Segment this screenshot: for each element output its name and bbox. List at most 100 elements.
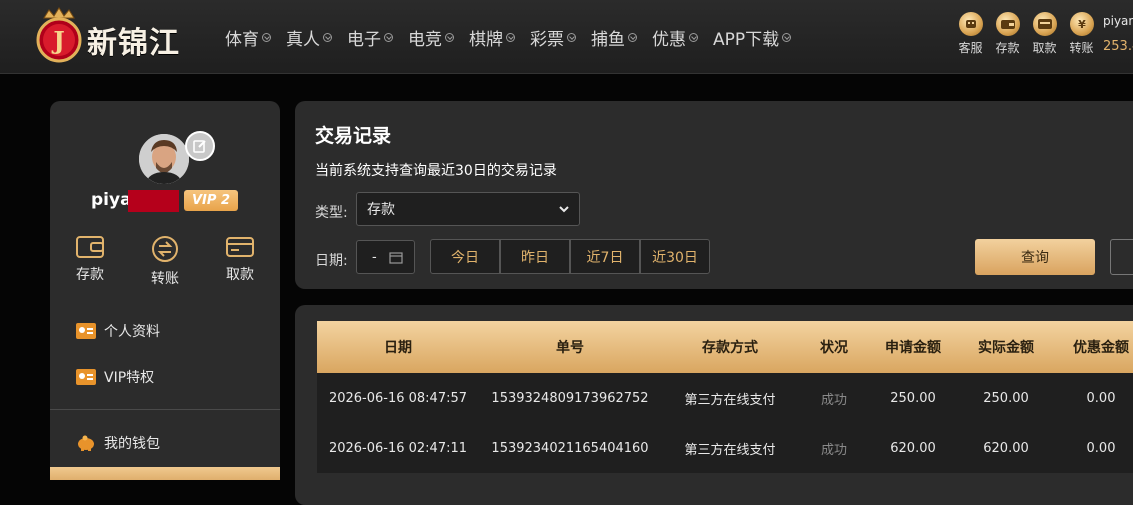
nav-item-promotions[interactable]: 优惠 [652,25,698,50]
sidebar-item-active[interactable] [50,467,280,480]
cell-actual-amount: 250.00 [983,390,1029,406]
header-transfer-button[interactable]: ¥ 转账 [1063,12,1100,56]
quick-action-label: 存款 [76,267,104,283]
date-range-input[interactable]: - [356,240,415,274]
sidebar-item-label: 我的钱包 [104,436,160,452]
crown-shield-logo-icon: J [36,7,82,63]
quick-date-7days[interactable]: 近7日 [570,239,640,274]
sidebar-item-vip[interactable]: VIP特权 [50,360,280,394]
header-action-label: 转账 [1069,41,1094,55]
username-redaction [128,190,179,212]
type-select[interactable]: 存款 [356,192,580,226]
header-username[interactable]: piyan [1103,14,1133,28]
quick-action-label: 转账 [151,271,179,287]
header-action-label: 客服 [958,41,983,55]
cell-requested-amount: 250.00 [890,390,936,406]
account-sidebar: piyar VIP 2 存款 转账 取款 个人资料 VIP特权 我的钱包 [50,101,280,480]
page-subtitle: 当前系统支持查询最近30日的交易记录 [315,163,557,179]
chevron-down-icon [567,33,576,42]
query-button[interactable]: 查询 [975,239,1095,275]
column-header: 存款方式 [702,340,758,356]
transaction-table: 日期 单号 存款方式 状况 申请金额 实际金额 优惠金额 2026-06-16 … [317,321,1133,473]
chevron-down-icon [323,33,332,42]
vip-badge[interactable]: VIP 2 [184,190,238,211]
cell-order-no: 1539324809173962752 [491,390,649,406]
nav-label: 真人 [286,30,320,50]
cell-requested-amount: 620.00 [890,440,936,456]
column-header: 实际金额 [978,340,1034,356]
nav-item-sports[interactable]: 体育 [225,25,271,50]
header-withdraw-button[interactable]: 取款 [1026,12,1063,56]
transfer-icon: ¥ [1069,12,1094,36]
nav-item-live[interactable]: 真人 [286,25,332,50]
cell-bonus-amount: 0.00 [1086,440,1116,456]
user-avatar-icon [139,134,189,184]
wallet-icon [995,12,1020,36]
card-icon [226,237,254,257]
cell-bonus-amount: 0.00 [1086,390,1116,406]
sidebar-withdraw-button[interactable]: 取款 [210,234,270,284]
avatar [139,134,189,184]
sidebar-deposit-button[interactable]: 存款 [60,234,120,284]
chevron-down-icon [559,206,569,213]
quick-date-yesterday[interactable]: 昨日 [500,239,570,274]
chevron-down-icon [262,33,271,42]
type-label: 类型: [315,205,348,221]
header-deposit-button[interactable]: 存款 [989,12,1026,56]
nav-item-lottery[interactable]: 彩票 [530,25,576,50]
sidebar-item-label: VIP特权 [104,370,155,386]
nav-label: 电子 [347,30,381,50]
chevron-down-icon [628,33,637,42]
sidebar-divider [50,409,280,410]
main-nav: 体育 真人 电子 电竞 棋牌 彩票 捕鱼 优惠 APP下载 [225,25,806,50]
column-header: 优惠金额 [1073,340,1129,356]
site-logo[interactable]: J 新锦江 [34,6,229,66]
nav-label: 电竞 [408,30,442,50]
atm-icon [1032,12,1057,36]
cell-status: 成功 [820,442,847,458]
quick-action-label: 取款 [226,267,254,283]
nav-item-app-download[interactable]: APP下载 [713,25,792,50]
chevron-down-icon [506,33,515,42]
header-customer-service-button[interactable]: 客服 [952,12,989,56]
cell-date: 2026-06-16 08:47:57 [328,390,468,406]
edit-avatar-button[interactable] [185,131,215,161]
transaction-filter-panel: 交易记录 当前系统支持查询最近30日的交易记录 类型: 存款 日期: - 今日 … [295,101,1133,289]
chevron-down-icon [782,33,792,42]
sidebar-item-wallet[interactable]: 我的钱包 [50,426,280,460]
cell-method: 第三方在线支付 [684,442,776,458]
calendar-icon [389,251,403,264]
page-title: 交易记录 [315,125,392,147]
sidebar-item-label: 个人资料 [104,324,160,340]
type-select-value: 存款 [367,202,395,218]
sidebar-item-profile[interactable]: 个人资料 [50,314,280,348]
nav-item-esports[interactable]: 电竞 [408,25,454,50]
secondary-button[interactable] [1110,239,1133,275]
logo-text: 新锦江 [87,26,180,61]
table-row: 2026-06-16 02:47:11 1539234021165404160 … [317,423,1133,473]
quick-date-today[interactable]: 今日 [430,239,500,274]
nav-item-slots[interactable]: 电子 [347,25,393,50]
nav-label: APP下载 [713,30,780,50]
column-header: 日期 [384,340,412,356]
column-header: 状况 [820,340,848,356]
svg-text:J: J [51,26,64,55]
nav-label: 彩票 [530,30,564,50]
header-balance: 253.4 [1103,39,1133,54]
table-row: 2026-06-16 08:47:57 1539324809173962752 … [317,373,1133,423]
sidebar-transfer-button[interactable]: 转账 [135,234,195,288]
header-actions: 客服 存款 取款 ¥ 转账 [952,12,1100,56]
table-header: 日期 单号 存款方式 状况 申请金额 实际金额 优惠金额 [317,321,1133,373]
transaction-table-panel: 日期 单号 存款方式 状况 申请金额 实际金额 优惠金额 2026-06-16 … [295,305,1133,505]
piggy-bank-icon [78,435,94,451]
svg-text:¥: ¥ [1078,18,1086,31]
nav-label: 体育 [225,30,259,50]
quick-date-30days[interactable]: 近30日 [640,239,710,274]
cell-method: 第三方在线支付 [684,392,776,408]
column-header: 单号 [556,340,584,356]
header-action-label: 取款 [1032,41,1057,55]
nav-item-cards[interactable]: 棋牌 [469,25,515,50]
nav-item-fishing[interactable]: 捕鱼 [591,25,637,50]
customer-service-icon [958,12,983,36]
top-header: J 新锦江 体育 真人 电子 电竞 棋牌 彩票 捕鱼 优惠 APP下载 客服 存… [0,0,1133,74]
